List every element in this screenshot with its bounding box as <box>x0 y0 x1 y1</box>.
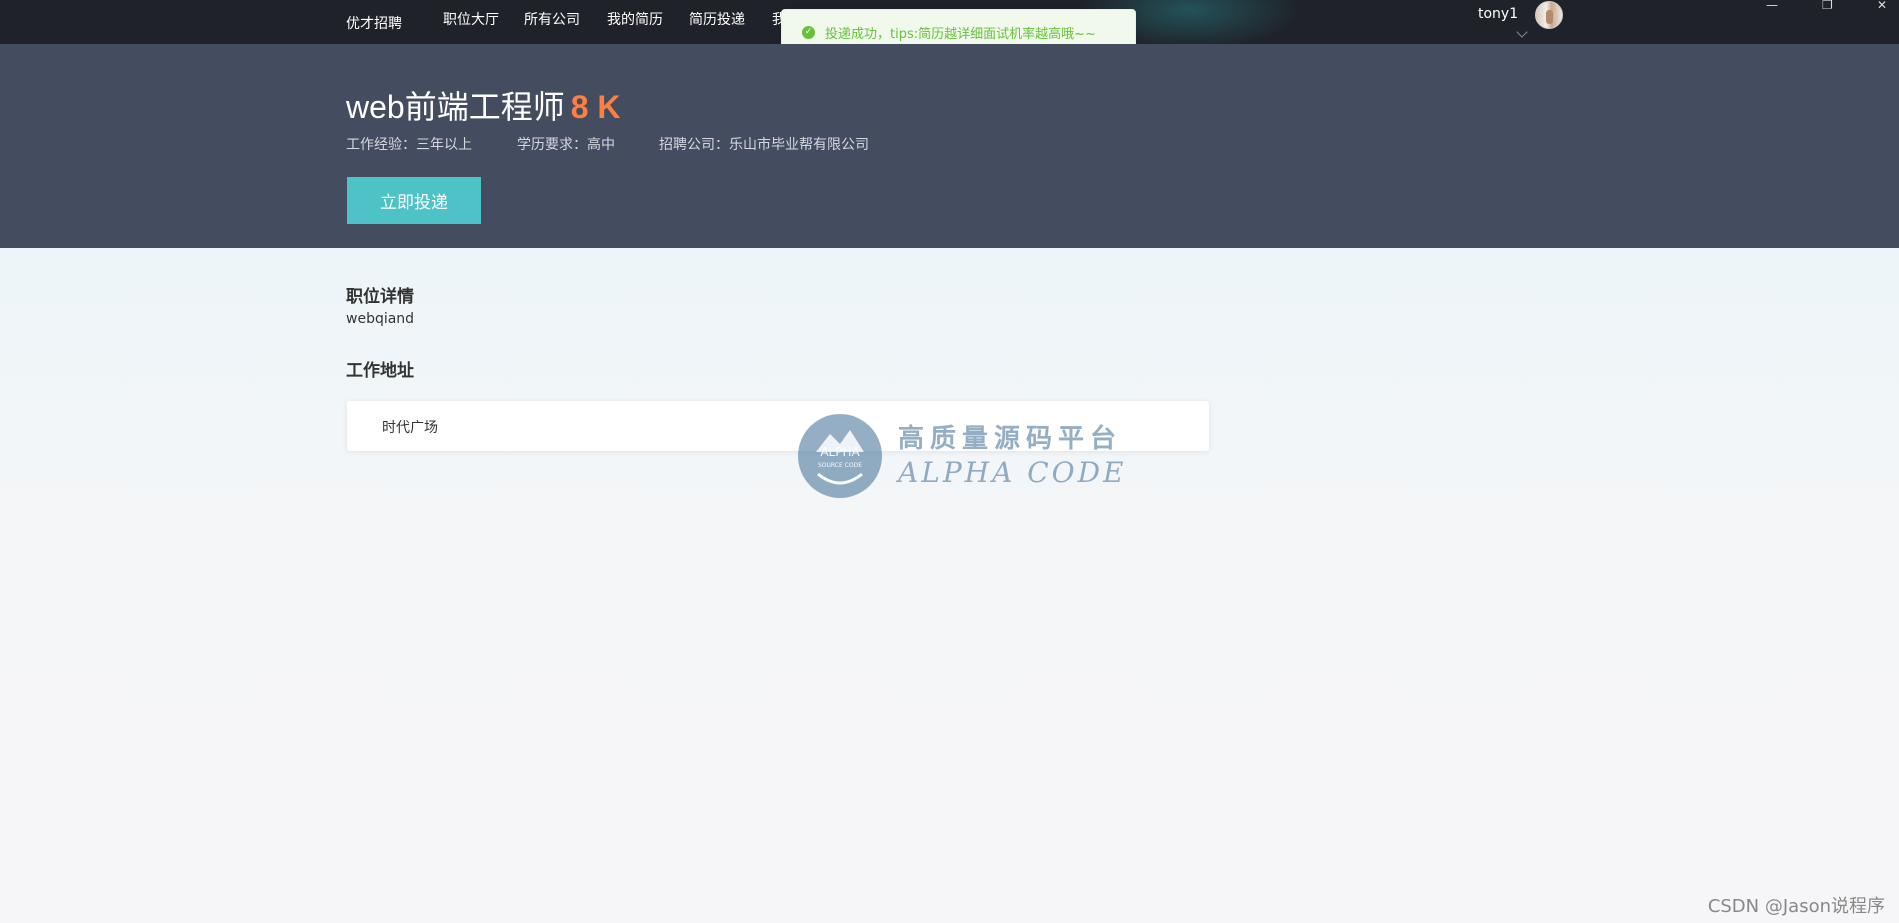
job-company[interactable]: 招聘公司：乐山市毕业帮有限公司 <box>659 134 869 154</box>
brand-logo[interactable]: 优才招聘 <box>346 13 402 33</box>
avatar[interactable] <box>1535 1 1563 29</box>
job-education: 学历要求：高中 <box>517 137 615 153</box>
check-circle-icon: ✓ <box>802 26 815 39</box>
job-salary: 8 K <box>570 89 621 125</box>
watermark: ALPHA SOURCE CODE 高质量源码平台 ALPHA CODE <box>798 414 1128 504</box>
nav-item-job-hall[interactable]: 职位大厅 <box>443 9 499 29</box>
watermark-logo-icon: ALPHA SOURCE CODE <box>798 414 882 498</box>
footer-credit: CSDN @Jason说程序 <box>1707 896 1885 917</box>
job-experience: 工作经验：三年以上 <box>346 137 472 153</box>
job-title: web前端工程师 8 K <box>346 82 621 128</box>
apply-button[interactable]: 立即投递 <box>347 177 481 224</box>
toast-message: 投递成功，tips:简历越详细面试机率越高哦~~ <box>825 27 1096 42</box>
address-location: 时代广场 <box>382 420 438 436</box>
watermark-cn-text: 高质量源码平台 <box>898 424 1123 454</box>
watermark-logo-text: ALPHA <box>820 445 860 459</box>
minimize-icon[interactable]: — <box>1766 0 1778 12</box>
watermark-en-text: ALPHA CODE <box>898 456 1127 489</box>
chevron-down-icon[interactable] <box>1516 26 1528 38</box>
nav-item-resume-submit[interactable]: 简历投递 <box>689 9 745 29</box>
close-icon[interactable]: ✕ <box>1877 0 1887 12</box>
restore-icon[interactable]: ❐ <box>1822 0 1833 12</box>
nav-item-my-resume[interactable]: 我的简历 <box>607 9 663 29</box>
job-detail-heading: 职位详情 <box>346 287 414 307</box>
nav-item-all-companies[interactable]: 所有公司 <box>524 9 580 29</box>
watermark-logo-subtext: SOURCE CODE <box>818 462 862 469</box>
job-header: web前端工程师 8 K 工作经验：三年以上 学历要求：高中 招聘公司：乐山市毕业… <box>0 44 1899 248</box>
job-title-text: web前端工程师 <box>346 89 565 125</box>
work-address-heading: 工作地址 <box>346 361 414 381</box>
job-description: webqiand <box>346 311 415 327</box>
user-name[interactable]: tony1 <box>1478 6 1518 22</box>
